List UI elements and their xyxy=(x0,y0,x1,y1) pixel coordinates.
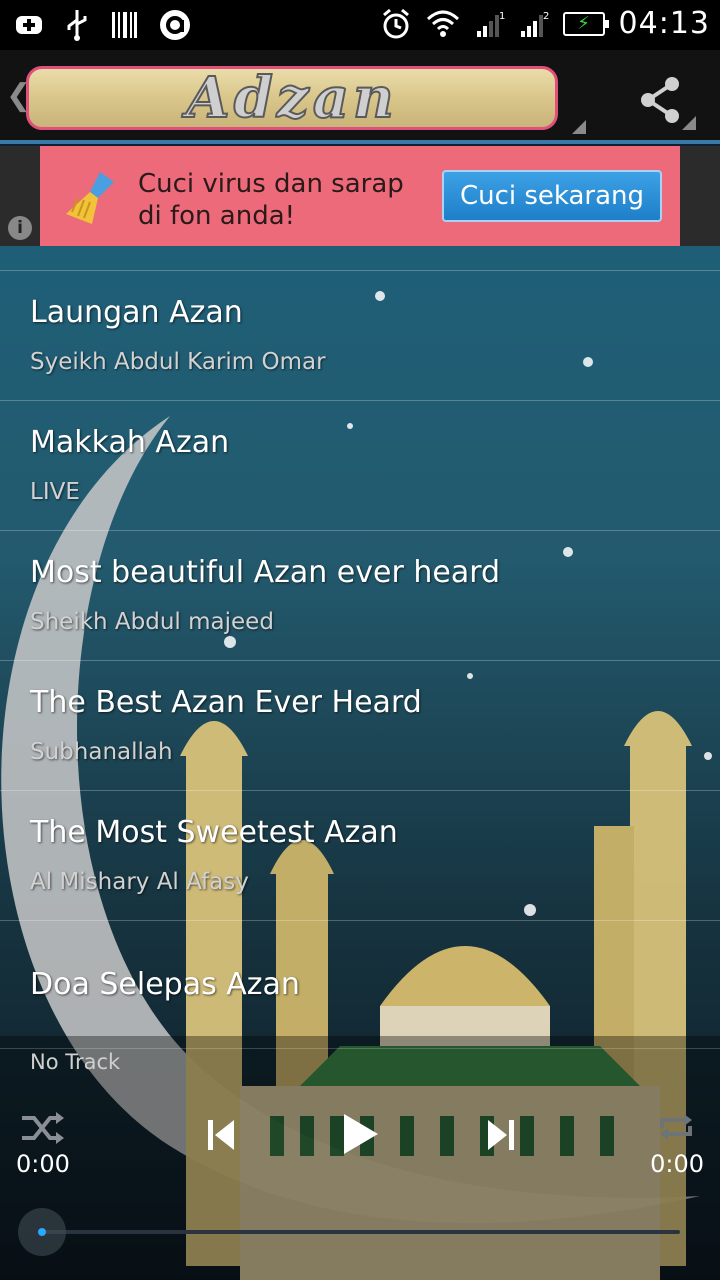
track-subtitle: Al Mishary Al Afasy xyxy=(30,869,249,895)
duration-time: 0:00 xyxy=(650,1150,704,1178)
broom-icon xyxy=(66,172,114,224)
ad-text: Cuci virus dan sarap di fon anda! xyxy=(138,168,404,232)
track-title: Makkah Azan xyxy=(30,425,230,460)
overflow-indicator-icon xyxy=(572,120,586,134)
track-subtitle: Sheikh Abdul majeed xyxy=(30,609,274,635)
track-title: Laungan Azan xyxy=(30,295,243,330)
track-list: Laungan Azan Syeikh Abdul Karim Omar Mak… xyxy=(0,270,720,1050)
ad-text-line2: di fon anda! xyxy=(138,201,296,231)
play-button[interactable] xyxy=(340,1112,380,1156)
next-button[interactable] xyxy=(486,1118,516,1152)
wifi-icon xyxy=(426,10,459,37)
ad-info-icon[interactable]: i xyxy=(8,216,32,240)
action-bar: ❮ Adzan xyxy=(0,50,720,144)
ad-banner[interactable]: Cuci virus dan sarap di fon anda! Cuci s… xyxy=(40,146,680,246)
list-item[interactable]: Doa Selepas Azan xyxy=(0,920,720,1050)
track-title: The Most Sweetest Azan xyxy=(30,815,398,850)
list-item[interactable]: Makkah Azan LIVE xyxy=(0,400,720,530)
track-subtitle: Subhanallah xyxy=(30,739,173,765)
elapsed-time: 0:00 xyxy=(16,1150,70,1178)
track-title: Most beautiful Azan ever heard xyxy=(30,555,501,590)
shuffle-icon[interactable] xyxy=(20,1110,66,1146)
track-subtitle: LIVE xyxy=(30,479,80,505)
battery-charging-icon: ⚡ xyxy=(562,11,609,36)
seek-position-dot xyxy=(38,1228,46,1236)
barcode-icon xyxy=(112,12,137,38)
signal-2-label: 2 xyxy=(543,11,549,22)
previous-button[interactable] xyxy=(206,1118,236,1152)
repeat-icon[interactable] xyxy=(656,1110,696,1144)
ad-text-line1: Cuci virus dan sarap xyxy=(138,169,404,199)
share-overflow-indicator-icon xyxy=(682,116,696,130)
signal-1-icon: 1 xyxy=(476,11,505,37)
now-playing-label: No Track xyxy=(30,1050,121,1074)
player-divider xyxy=(0,1048,720,1049)
list-item[interactable]: Most beautiful Azan ever heard Sheikh Ab… xyxy=(0,530,720,660)
track-title: The Best Azan Ever Heard xyxy=(30,685,422,720)
signal-2-icon: 2 xyxy=(520,11,549,37)
alarm-icon xyxy=(382,8,409,38)
list-item[interactable]: The Most Sweetest Azan Al Mishary Al Afa… xyxy=(0,790,720,920)
list-item[interactable]: The Best Azan Ever Heard Subhanallah xyxy=(0,660,720,790)
usb-icon xyxy=(67,10,87,41)
status-bar: 1 2 ⚡ 04:13 xyxy=(0,0,720,50)
track-subtitle: Syeikh Abdul Karim Omar xyxy=(30,349,326,375)
app-title: Adzan xyxy=(185,64,398,132)
list-item[interactable]: Laungan Azan Syeikh Abdul Karim Omar xyxy=(0,270,720,400)
clock: 04:13 xyxy=(618,6,710,41)
ad-cta-button[interactable]: Cuci sekarang xyxy=(442,170,662,222)
signal-1-label: 1 xyxy=(499,11,505,22)
circle-a-icon xyxy=(160,10,190,40)
track-title: Doa Selepas Azan xyxy=(30,967,300,1002)
plus-circle-icon xyxy=(16,16,42,34)
seek-bar[interactable] xyxy=(40,1230,680,1234)
app-logo[interactable]: Adzan xyxy=(26,64,558,132)
